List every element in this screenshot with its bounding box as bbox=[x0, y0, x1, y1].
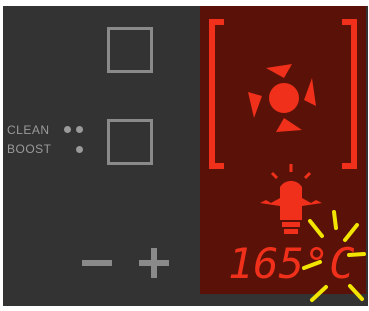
unit-blink-indicator bbox=[302, 210, 366, 302]
blink-rays-icon bbox=[302, 210, 366, 302]
